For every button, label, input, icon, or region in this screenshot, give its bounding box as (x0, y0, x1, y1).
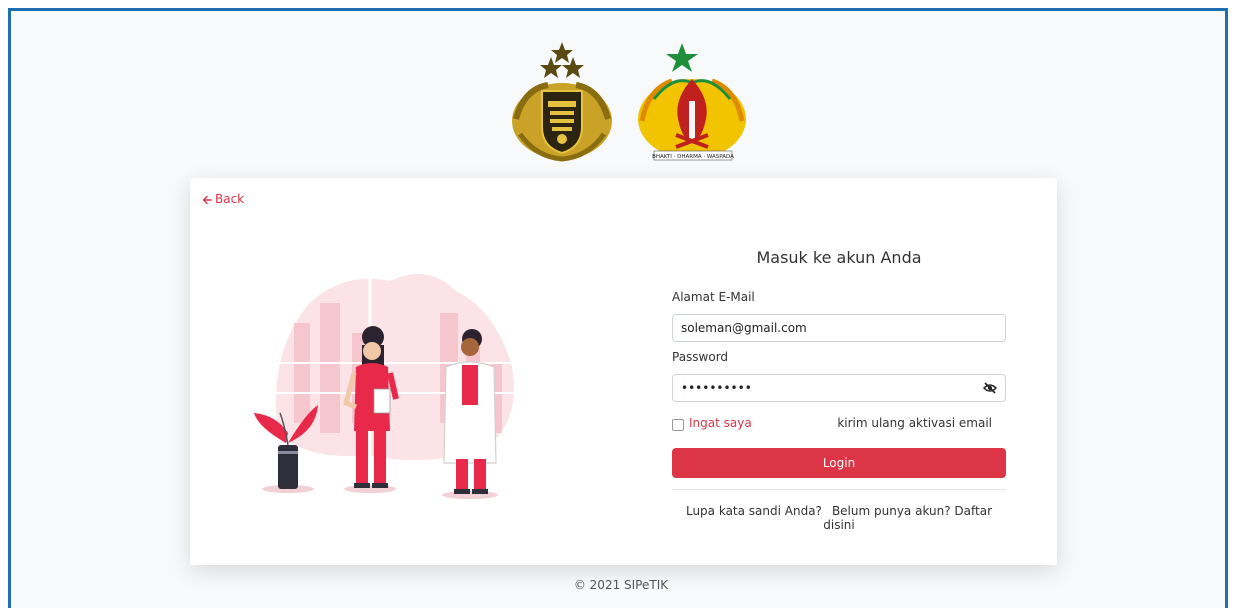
password-label: Password (672, 350, 729, 364)
login-button[interactable]: Login (672, 448, 1006, 478)
back-label: Back (215, 192, 245, 206)
divider (672, 489, 1006, 490)
eye-slash-icon[interactable] (983, 381, 997, 395)
medical-emblem-logo: BHAKTI · DHARMA · WASPADA (638, 43, 746, 161)
email-input[interactable] (672, 314, 1006, 342)
footer-copyright: © 2021 SIPeTIK (573, 578, 669, 592)
app-frame: BHAKTI · DHARMA · WASPADA Back Masuk ke … (8, 8, 1228, 608)
email-label: Alamat E-Mail (672, 290, 755, 304)
remember-label[interactable]: Ingat saya (689, 416, 752, 430)
remember-checkbox[interactable] (672, 419, 684, 431)
form-title: Masuk ke akun Anda (756, 248, 922, 267)
logo-group: BHAKTI · DHARMA · WASPADA (506, 39, 756, 169)
resend-activation-link[interactable]: kirim ulang aktivasi email (837, 416, 992, 430)
back-link[interactable]: Back (202, 192, 244, 206)
doctors-illustration (254, 263, 540, 499)
password-input[interactable] (672, 374, 1006, 402)
forgot-password-link[interactable]: Lupa kata sandi Anda? (686, 504, 822, 518)
login-card: Back Masuk ke akun Anda Alamat E-Mail so… (190, 178, 1057, 565)
bottom-links: Lupa kata sandi Anda? Belum punya akun? D… (672, 504, 1006, 532)
police-emblem-logo (512, 42, 612, 162)
register-link[interactable]: Belum punya akun? Daftar disini (823, 504, 992, 532)
logo-motto-text: BHAKTI · DHARMA · WASPADA (652, 154, 734, 160)
arrow-left-icon (202, 195, 212, 205)
